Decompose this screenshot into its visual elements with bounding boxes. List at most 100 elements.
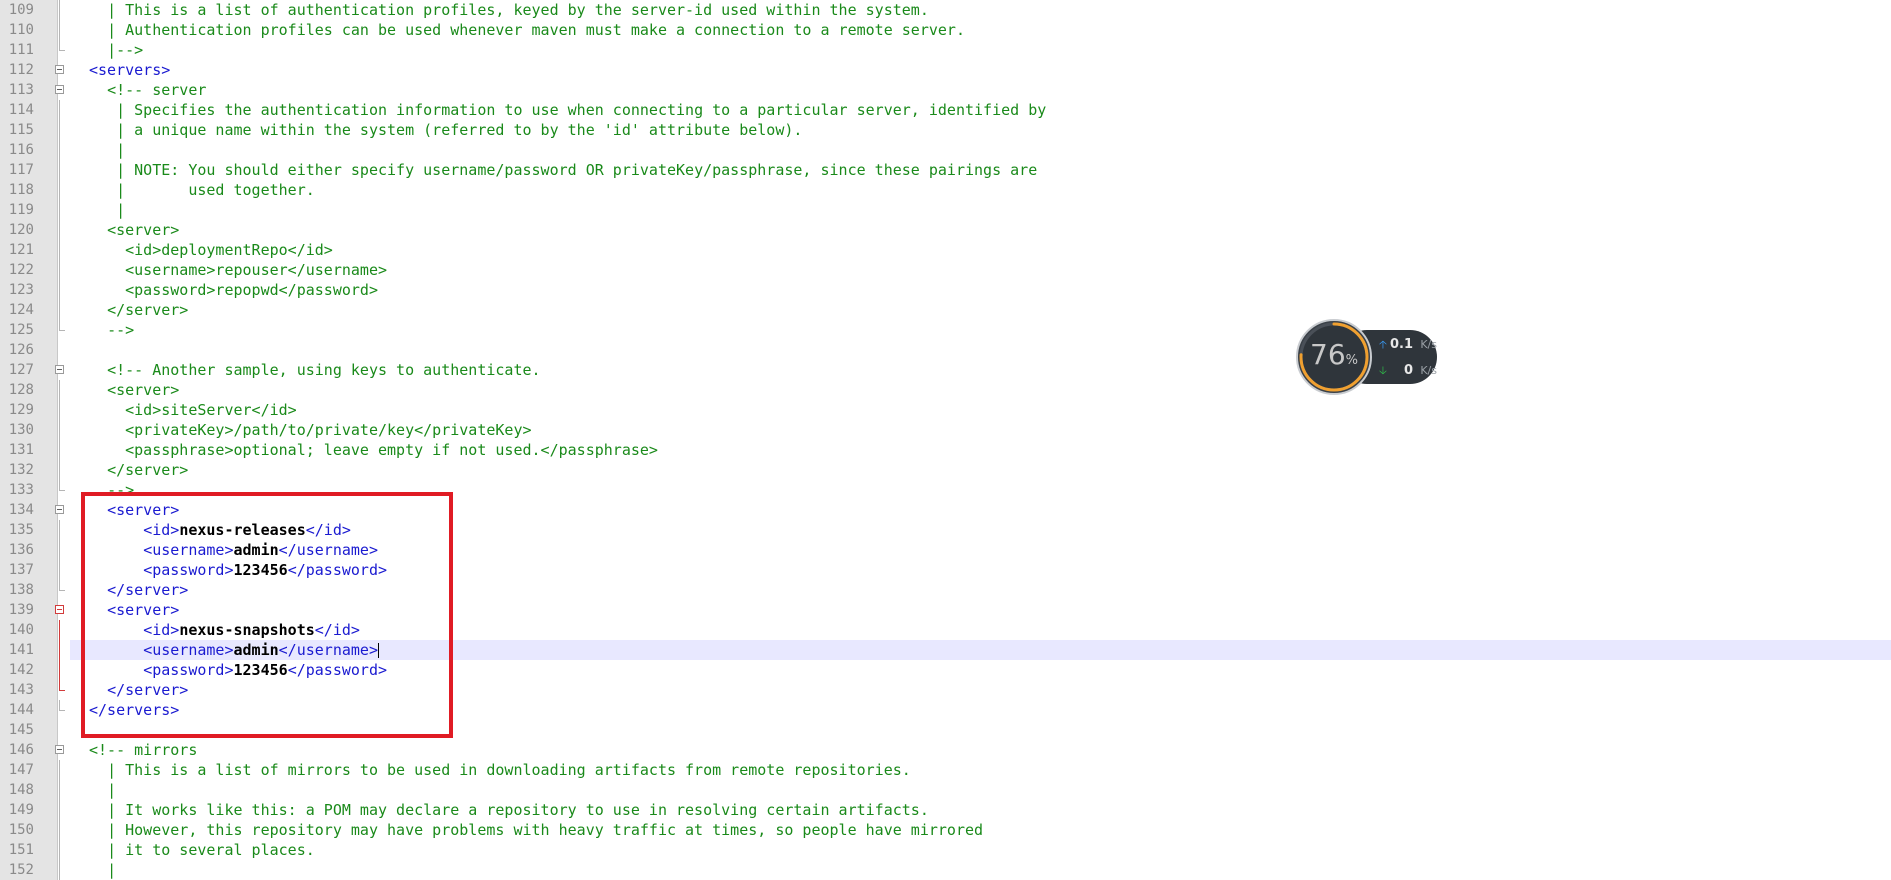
code-text[interactable]: </server> <box>70 460 1891 480</box>
code-line[interactable]: 123 <password>repopwd</password> <box>0 280 1891 300</box>
fold-connector[interactable] <box>55 380 69 400</box>
code-text[interactable]: <username>admin</username> <box>70 540 1891 560</box>
fold-connector[interactable] <box>55 200 69 220</box>
fold-connector[interactable] <box>55 660 69 680</box>
code-line[interactable]: 148 | <box>0 780 1891 800</box>
code-line[interactable]: 144 </servers> <box>0 700 1891 720</box>
code-text[interactable]: <server> <box>70 220 1891 240</box>
code-text[interactable]: | However, this repository may have prob… <box>70 820 1891 840</box>
code-line[interactable]: 119 | <box>0 200 1891 220</box>
code-text[interactable]: | Specifies the authentication informati… <box>70 100 1891 120</box>
code-line[interactable]: 112 <servers> <box>0 60 1891 80</box>
fold-end-marker[interactable] <box>55 480 69 500</box>
code-line[interactable]: 137 <password>123456</password> <box>0 560 1891 580</box>
code-line[interactable]: 128 <server> <box>0 380 1891 400</box>
code-text[interactable]: <id>nexus-releases</id> <box>70 520 1891 540</box>
code-line[interactable]: 126 <box>0 340 1891 360</box>
fold-end-marker[interactable] <box>55 40 69 60</box>
fold-connector[interactable] <box>55 180 69 200</box>
code-text[interactable]: <!-- server <box>70 80 1891 100</box>
code-text[interactable]: | This is a list of mirrors to be used i… <box>70 760 1891 780</box>
code-text[interactable]: --> <box>70 480 1891 500</box>
fold-connector[interactable] <box>55 420 69 440</box>
code-line[interactable]: 151 | it to several places. <box>0 840 1891 860</box>
code-text[interactable]: <!-- Another sample, using keys to authe… <box>70 360 1891 380</box>
code-text[interactable] <box>70 340 1891 360</box>
code-text[interactable]: </server> <box>70 300 1891 320</box>
code-line[interactable]: 124 </server> <box>0 300 1891 320</box>
fold-connector[interactable] <box>55 160 69 180</box>
code-line[interactable]: 139 <server> <box>0 600 1891 620</box>
fold-connector[interactable] <box>55 460 69 480</box>
fold-connector[interactable] <box>55 300 69 320</box>
code-text[interactable]: <server> <box>70 500 1891 520</box>
code-line[interactable]: 146 <!-- mirrors <box>0 740 1891 760</box>
fold-toggle-icon[interactable] <box>55 80 69 100</box>
code-text[interactable]: | <box>70 140 1891 160</box>
code-text[interactable]: | NOTE: You should either specify userna… <box>70 160 1891 180</box>
code-line[interactable]: 140 <id>nexus-snapshots</id> <box>0 620 1891 640</box>
fold-connector[interactable] <box>55 620 69 640</box>
code-line[interactable]: 149 | It works like this: a POM may decl… <box>0 800 1891 820</box>
fold-connector[interactable] <box>55 560 69 580</box>
fold-connector[interactable] <box>55 840 69 860</box>
fold-connector[interactable] <box>55 340 69 360</box>
code-line[interactable]: 121 <id>deploymentRepo</id> <box>0 240 1891 260</box>
code-text[interactable]: <id>deploymentRepo</id> <box>70 240 1891 260</box>
fold-toggle-icon[interactable] <box>55 740 69 760</box>
code-line[interactable]: 131 <passphrase>optional; leave empty if… <box>0 440 1891 460</box>
fold-toggle-icon[interactable] <box>55 600 69 620</box>
fold-connector[interactable] <box>55 440 69 460</box>
code-line[interactable]: 117 | NOTE: You should either specify us… <box>0 160 1891 180</box>
code-line[interactable]: 152 | <box>0 860 1891 880</box>
code-text[interactable]: <!-- mirrors <box>70 740 1891 760</box>
code-text[interactable]: <server> <box>70 380 1891 400</box>
fold-connector[interactable] <box>55 800 69 820</box>
fold-end-marker[interactable] <box>55 680 69 700</box>
fold-connector[interactable] <box>55 860 69 880</box>
code-editor[interactable]: 109 | This is a list of authentication p… <box>0 0 1891 880</box>
code-text[interactable]: <password>repopwd</password> <box>70 280 1891 300</box>
code-line[interactable]: 116 | <box>0 140 1891 160</box>
code-line[interactable]: 135 <id>nexus-releases</id> <box>0 520 1891 540</box>
code-line[interactable]: 138 </server> <box>0 580 1891 600</box>
code-line[interactable]: 118 | used together. <box>0 180 1891 200</box>
fold-end-marker[interactable] <box>55 320 69 340</box>
code-line[interactable]: 141 <username>admin</username> <box>0 640 1891 660</box>
code-text[interactable]: | <box>70 200 1891 220</box>
fold-toggle-icon[interactable] <box>55 60 69 80</box>
fold-connector[interactable] <box>55 260 69 280</box>
code-line[interactable]: 132 </server> <box>0 460 1891 480</box>
code-text[interactable]: <id>nexus-snapshots</id> <box>70 620 1891 640</box>
code-text[interactable]: | This is a list of authentication profi… <box>70 0 1891 20</box>
code-line[interactable]: 125 --> <box>0 320 1891 340</box>
code-line[interactable]: 115 | a unique name within the system (r… <box>0 120 1891 140</box>
code-line[interactable]: 127 <!-- Another sample, using keys to a… <box>0 360 1891 380</box>
code-line[interactable]: 145 <box>0 720 1891 740</box>
code-text[interactable]: <username>repouser</username> <box>70 260 1891 280</box>
fold-connector[interactable] <box>55 720 69 740</box>
code-text[interactable]: </server> <box>70 580 1891 600</box>
code-line[interactable]: 134 <server> <box>0 500 1891 520</box>
code-text[interactable] <box>70 720 1891 740</box>
fold-end-marker[interactable] <box>55 580 69 600</box>
fold-connector[interactable] <box>55 760 69 780</box>
code-line[interactable]: 109 | This is a list of authentication p… <box>0 0 1891 20</box>
code-line[interactable]: 130 <privateKey>/path/to/private/key</pr… <box>0 420 1891 440</box>
fold-toggle-icon[interactable] <box>55 500 69 520</box>
fold-connector[interactable] <box>55 780 69 800</box>
fold-connector[interactable] <box>55 20 69 40</box>
code-line[interactable]: 120 <server> <box>0 220 1891 240</box>
code-text[interactable]: <username>admin</username> <box>70 640 1891 660</box>
code-text[interactable]: --> <box>70 320 1891 340</box>
network-speed-widget[interactable]: 76% 🡡 0.1 K/s 🡣 0 K/s <box>1295 318 1445 396</box>
fold-connector[interactable] <box>55 280 69 300</box>
code-text[interactable]: <servers> <box>70 60 1891 80</box>
code-text[interactable]: <server> <box>70 600 1891 620</box>
code-line[interactable]: 129 <id>siteServer</id> <box>0 400 1891 420</box>
fold-connector[interactable] <box>55 540 69 560</box>
code-text[interactable]: | it to several places. <box>70 840 1891 860</box>
fold-connector[interactable] <box>55 100 69 120</box>
code-line[interactable]: 136 <username>admin</username> <box>0 540 1891 560</box>
code-line[interactable]: 113 <!-- server <box>0 80 1891 100</box>
